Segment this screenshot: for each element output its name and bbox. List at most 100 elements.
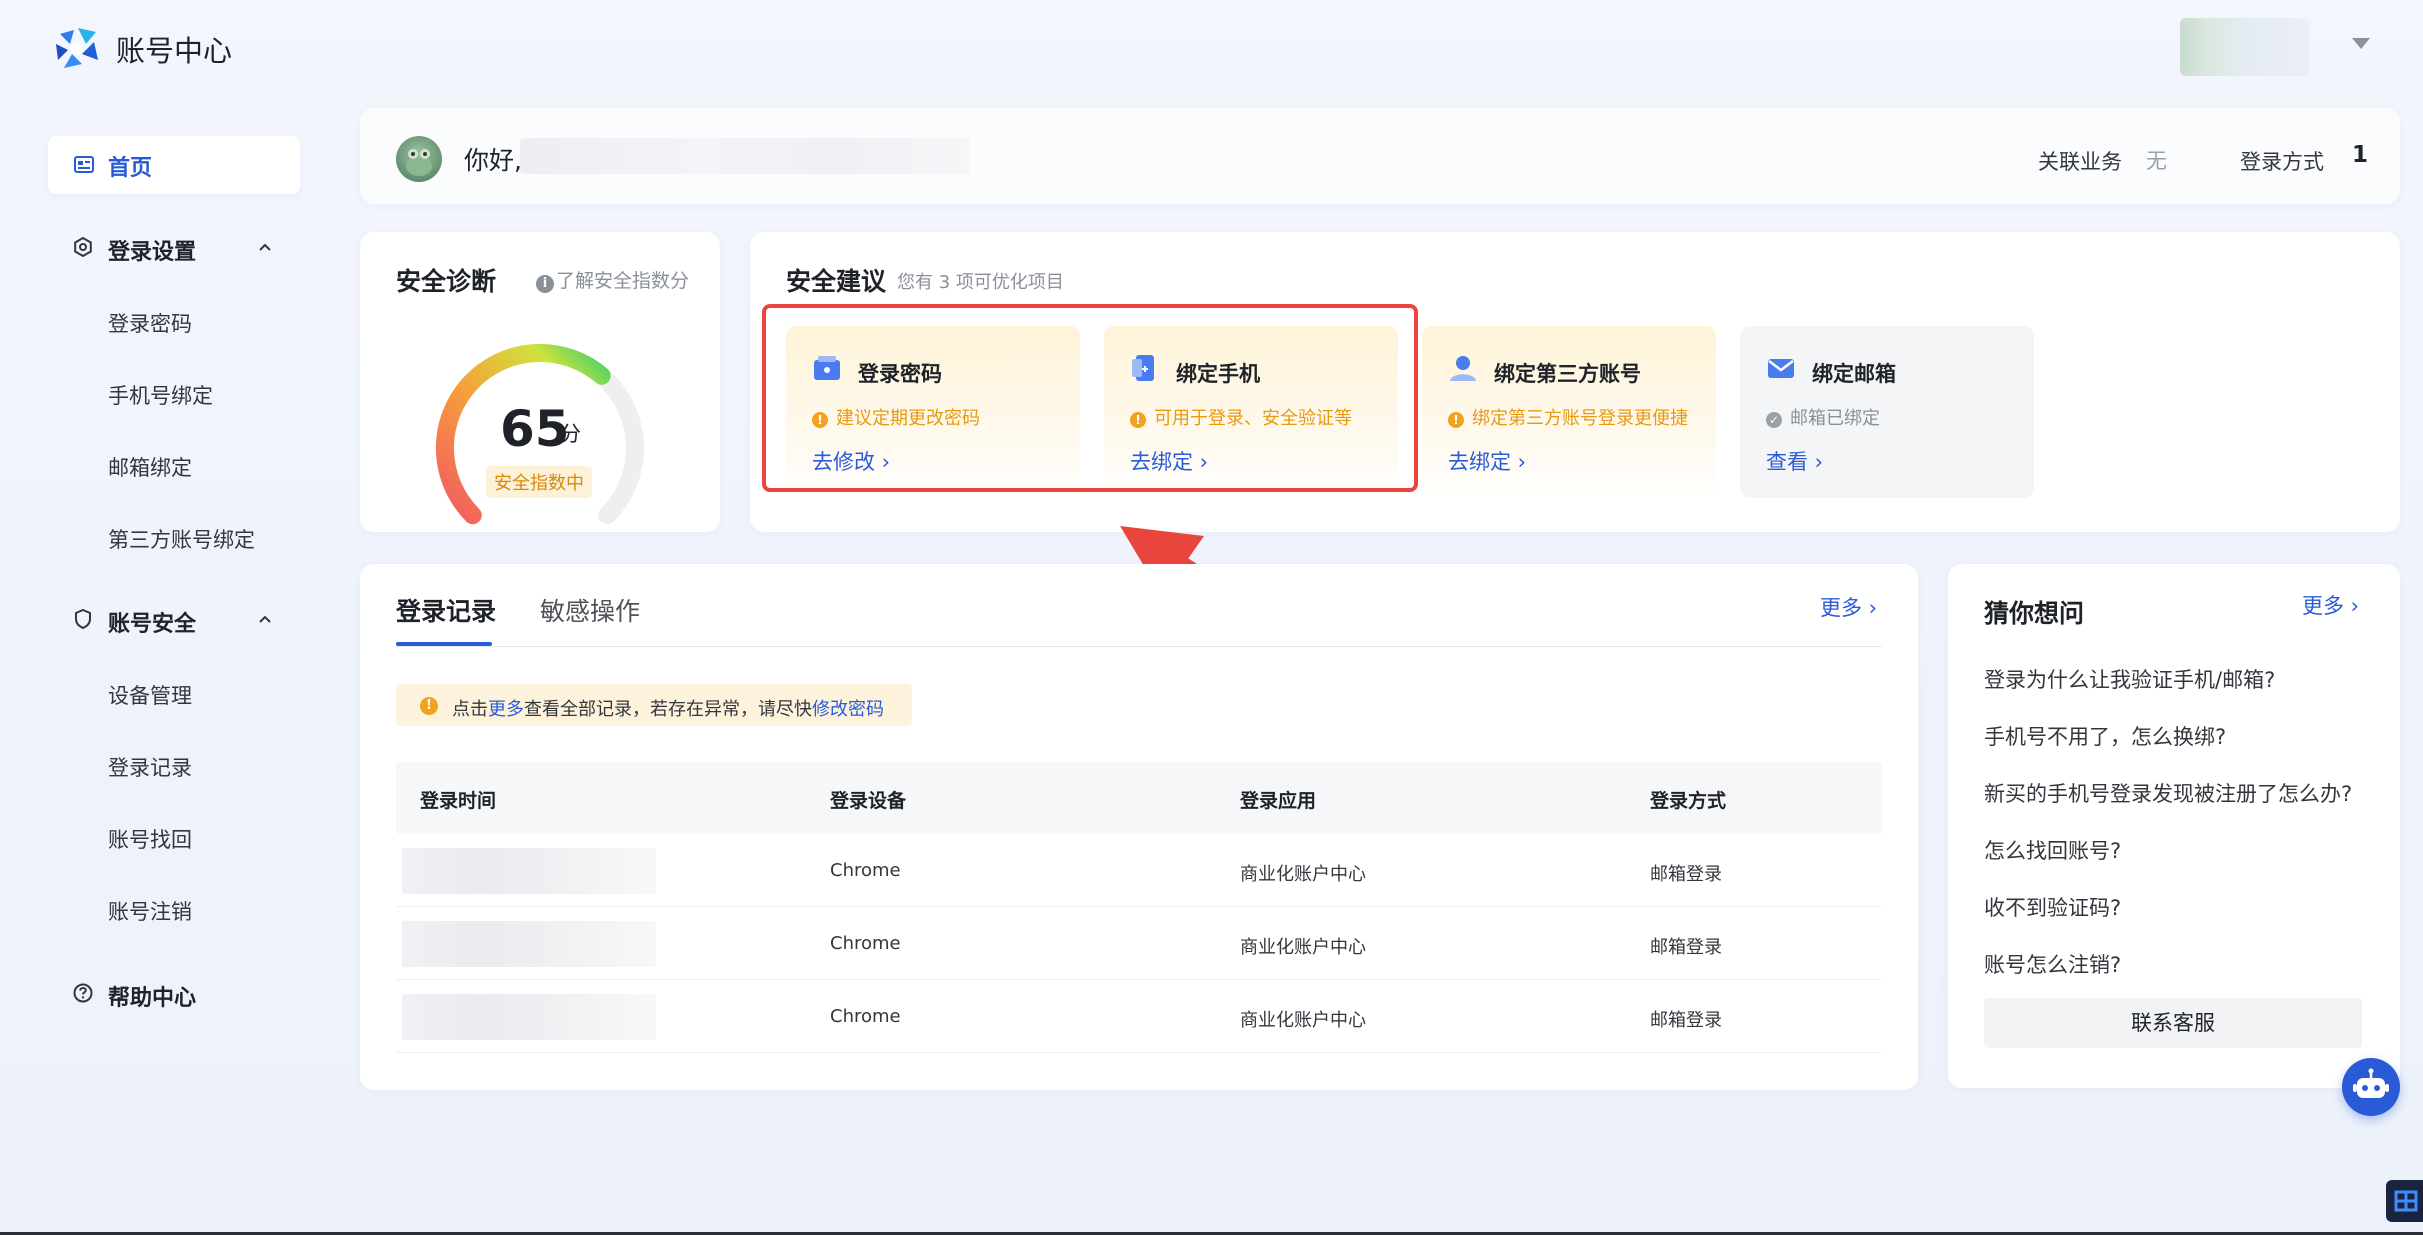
linked-business-value: 无 [2146,149,2167,173]
score-level-badge: 安全指数中 [486,466,592,498]
table-cell: Chrome [830,860,901,881]
faq-item[interactable]: 账号怎么注销? [1984,949,2121,979]
sidebar-item-account-recovery[interactable]: 账号找回 [108,824,192,854]
more-label: 更多 [2302,594,2344,618]
table-row: Chrome 商业化账户中心 邮箱登录 [396,980,1882,1053]
more-label: 更多 [1820,596,1862,620]
contact-support-button[interactable]: 联系客服 [1984,998,2362,1048]
table-cell: Chrome [830,1006,901,1027]
username-redacted [520,138,970,174]
tab-login-records[interactable]: 登录记录 [396,592,496,628]
notice-middle: 查看全部记录，若存在异常，请尽快 [524,699,812,720]
score-info-label: 了解安全指数分 [556,270,690,292]
active-tab-indicator [396,642,492,646]
warning-icon: ! [1448,412,1464,428]
column-header: 登录设备 [830,790,907,812]
advice-item-note: ✓ 邮箱已绑定 [1766,404,1880,430]
warning-icon: ! [420,697,438,715]
sidebar-item-login-records[interactable]: 登录记录 [108,752,192,782]
frog-icon [406,149,432,176]
faq-item[interactable]: 新买的手机号登录发现被注册了怎么办? [1984,778,2352,808]
faq-item[interactable]: 手机号不用了，怎么换绑? [1984,721,2226,751]
table-row: Chrome 商业化账户中心 邮箱登录 [396,907,1882,980]
table-cell: 商业化账户中心 [1240,864,1366,885]
advice-note-text: 绑定第三方账号登录更便捷 [1472,408,1688,429]
linked-business-label: 关联业务 [2038,150,2122,174]
view-email-link[interactable]: 查看 › [1766,446,1823,476]
chevron-up-icon[interactable] [256,238,274,256]
robot-icon [2353,1068,2389,1098]
table-cell: 邮箱登录 [1650,1010,1722,1031]
id-card-icon [74,156,94,173]
sidebar-group-help-center[interactable]: 帮助中心 [48,974,300,1014]
settings-icon [74,236,92,258]
table-cell: 商业化账户中心 [1240,1010,1366,1031]
column-header: 登录方式 [1650,790,1727,812]
avatar[interactable] [396,136,442,182]
faq-item[interactable]: 怎么找回账号? [1984,835,2121,865]
chevron-up-icon[interactable] [256,610,274,628]
notice-prefix: 点击 [452,699,488,720]
logo-icon [56,28,98,68]
floating-widget-icon[interactable] [2386,1180,2423,1222]
advice-title: 安全建议 [786,267,887,296]
score-info-link[interactable]: i 了解安全指数分 [536,266,689,293]
column-header: 登录应用 [1240,790,1317,812]
sidebar-item-label: 首页 [108,156,153,181]
score-unit: 分 [560,422,581,446]
sidebar-group-login-settings[interactable]: 登录设置 [48,228,300,268]
sidebar-item-home[interactable]: 首页 [48,136,300,194]
greeting-text: 你好, [464,146,522,175]
sidebar-group-label: 登录设置 [108,240,197,265]
user-icon [1450,356,1476,381]
mail-icon [1768,359,1794,378]
brand-title: 账号中心 [116,34,233,68]
sidebar-item-third-party-binding[interactable]: 第三方账号绑定 [108,524,255,554]
sidebar-item-device-management[interactable]: 设备管理 [108,680,192,710]
login-method-value: 1 [2352,142,2369,168]
faq-card: 猜你想问 更多 › 登录为什么让我验证手机/邮箱? 手机号不用了，怎么换绑? 新… [1948,564,2400,1088]
login-records-card: 登录记录 敏感操作 更多 › ! 点击更多查看全部记录，若存在异常，请尽快修改密… [360,564,1918,1090]
sidebar-item-account-deletion[interactable]: 账号注销 [108,896,192,926]
advice-subtitle: 您有 3 项可优化项目 [897,272,1064,293]
advice-note-text: 邮箱已绑定 [1790,408,1880,429]
login-time-redacted [402,921,656,967]
advice-item-title: 绑定第三方账号 [1494,362,1641,386]
sidebar-item-email-binding[interactable]: 邮箱绑定 [108,452,192,482]
faq-more-link[interactable]: 更多 › [2302,590,2359,620]
advice-item-note: ! 绑定第三方账号登录更便捷 [1448,404,1688,430]
column-header: 登录时间 [420,790,497,812]
greeting-card: 你好, 关联业务 无 登录方式 1 [360,108,2400,204]
table-cell: 商业化账户中心 [1240,937,1366,958]
faq-item[interactable]: 登录为什么让我验证手机/邮箱? [1984,664,2275,694]
top-bar: 账号中心 [0,0,2423,96]
faq-title: 猜你想问 [1984,599,2085,628]
faq-item[interactable]: 收不到验证码? [1984,892,2121,922]
security-diagnosis-card: 安全诊断 i 了解安全指数分 65 分 安全指数中 [360,232,720,532]
diagnosis-title: 安全诊断 [396,267,497,296]
highlight-box [762,304,1418,492]
login-time-redacted [402,848,656,894]
table-row: Chrome 商业化账户中心 邮箱登录 [396,834,1882,907]
notice-change-password-link[interactable]: 修改密码 [812,699,884,720]
sidebar-item-phone-binding[interactable]: 手机号绑定 [108,380,213,410]
check-icon: ✓ [1766,412,1782,428]
notice-more-link[interactable]: 更多 [488,699,524,720]
help-icon [73,983,93,1003]
advice-link-label: 查看 [1766,450,1808,474]
bind-third-party-link[interactable]: 去绑定 › [1448,446,1526,476]
table-cell: Chrome [830,933,901,954]
notice-text: 点击更多查看全部记录，若存在异常，请尽快修改密码 [452,695,884,721]
sidebar-group-account-security[interactable]: 账号安全 [48,600,300,640]
user-avatar-menu[interactable] [2180,18,2310,76]
table-cell: 邮箱登录 [1650,864,1722,885]
records-more-link[interactable]: 更多 › [1820,592,1877,622]
sidebar-item-login-password[interactable]: 登录密码 [108,308,192,338]
chatbot-button[interactable] [2342,1058,2400,1116]
advice-link-label: 去绑定 [1448,450,1511,474]
tab-sensitive-operations[interactable]: 敏感操作 [540,592,640,628]
sidebar-group-label: 帮助中心 [108,986,197,1011]
table-header: 登录时间 登录设备 登录应用 登录方式 [396,762,1882,834]
sidebar-group-label: 账号安全 [108,612,197,637]
chevron-down-icon[interactable] [2352,38,2370,49]
